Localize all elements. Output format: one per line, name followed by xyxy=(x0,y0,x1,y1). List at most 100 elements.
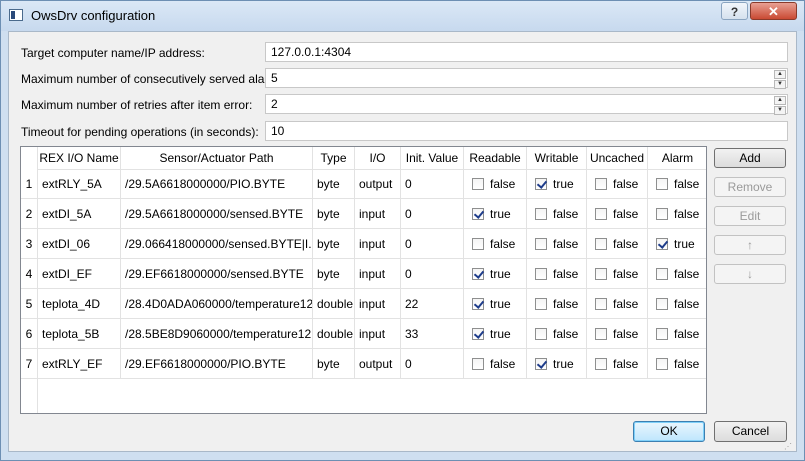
table-row[interactable]: 6 teplota_5B /28.5BE8D9060000/temperatur… xyxy=(21,319,706,349)
cell-alarm[interactable]: false xyxy=(648,259,706,289)
cell-readable[interactable]: true xyxy=(464,289,527,319)
readable-checkbox[interactable] xyxy=(472,298,484,310)
cell-init[interactable]: 0 xyxy=(401,229,464,259)
cell-uncached[interactable]: false xyxy=(587,259,648,289)
cell-alarm[interactable]: false xyxy=(648,199,706,229)
edit-button[interactable]: Edit xyxy=(714,206,786,226)
cell-io[interactable]: input xyxy=(355,199,401,229)
cell-readable[interactable]: true xyxy=(464,259,527,289)
cell-type[interactable]: double xyxy=(313,319,355,349)
timeout-field[interactable]: 10 xyxy=(265,121,788,141)
table-row[interactable]: 5 teplota_4D /28.4D0ADA060000/temperatur… xyxy=(21,289,706,319)
spin-down-icon[interactable]: ▼ xyxy=(774,106,786,115)
col-header-init[interactable]: Init. Value xyxy=(401,147,464,169)
readable-checkbox[interactable] xyxy=(472,358,484,370)
cell-path[interactable]: /29.066418000000/sensed.BYTE|I... xyxy=(121,229,313,259)
cell-readable[interactable]: false xyxy=(464,229,527,259)
uncached-checkbox[interactable] xyxy=(595,178,607,190)
cell-type[interactable]: double xyxy=(313,289,355,319)
cell-writable[interactable]: true xyxy=(527,349,587,379)
spin-down-icon[interactable]: ▼ xyxy=(774,80,786,89)
cell-type[interactable]: byte xyxy=(313,199,355,229)
alarm-checkbox[interactable] xyxy=(656,358,668,370)
cell-alarm[interactable]: true xyxy=(648,229,706,259)
max-retries-stepper[interactable]: 2 ▲ ▼ xyxy=(265,94,788,115)
uncached-checkbox[interactable] xyxy=(595,358,607,370)
title-bar[interactable]: OwsDrv configuration ? ✕ xyxy=(1,1,804,31)
cell-type[interactable]: byte xyxy=(313,349,355,379)
io-table[interactable]: REX I/O Name Sensor/Actuator Path Type I… xyxy=(20,146,707,414)
spin-up-icon[interactable]: ▲ xyxy=(774,96,786,105)
spin-up-icon[interactable]: ▲ xyxy=(774,70,786,79)
table-row[interactable]: 7 extRLY_EF /29.EF6618000000/PIO.BYTE by… xyxy=(21,349,706,379)
col-header-type[interactable]: Type xyxy=(313,147,355,169)
uncached-checkbox[interactable] xyxy=(595,238,607,250)
cell-readable[interactable]: true xyxy=(464,319,527,349)
cell-name[interactable]: extDI_EF xyxy=(38,259,121,289)
alarm-checkbox[interactable] xyxy=(656,268,668,280)
cell-name[interactable]: extDI_06 xyxy=(38,229,121,259)
cell-path[interactable]: /29.5A6618000000/sensed.BYTE xyxy=(121,199,313,229)
cell-name[interactable]: extDI_5A xyxy=(38,199,121,229)
table-row[interactable]: 4 extDI_EF /29.EF6618000000/sensed.BYTE … xyxy=(21,259,706,289)
ok-button[interactable]: OK xyxy=(633,421,705,442)
cell-alarm[interactable]: false xyxy=(648,349,706,379)
cell-writable[interactable]: false xyxy=(527,259,587,289)
cell-type[interactable]: byte xyxy=(313,259,355,289)
row-number[interactable]: 5 xyxy=(21,289,38,319)
help-button[interactable]: ? xyxy=(721,2,748,20)
alarm-checkbox[interactable] xyxy=(656,328,668,340)
cell-uncached[interactable]: false xyxy=(587,289,648,319)
cell-readable[interactable]: true xyxy=(464,199,527,229)
readable-checkbox[interactable] xyxy=(472,208,484,220)
cell-writable[interactable]: false xyxy=(527,319,587,349)
uncached-checkbox[interactable] xyxy=(595,208,607,220)
cell-readable[interactable]: false xyxy=(464,169,527,199)
cell-io[interactable]: output xyxy=(355,349,401,379)
uncached-checkbox[interactable] xyxy=(595,268,607,280)
cell-alarm[interactable]: false xyxy=(648,169,706,199)
cell-init[interactable]: 33 xyxy=(401,319,464,349)
cell-io[interactable]: input xyxy=(355,319,401,349)
row-number[interactable]: 4 xyxy=(21,259,38,289)
cell-io[interactable]: input xyxy=(355,259,401,289)
cell-init[interactable]: 0 xyxy=(401,169,464,199)
cell-path[interactable]: /29.EF6618000000/sensed.BYTE xyxy=(121,259,313,289)
writable-checkbox[interactable] xyxy=(535,178,547,190)
uncached-checkbox[interactable] xyxy=(595,298,607,310)
move-up-button[interactable]: ↑ xyxy=(714,235,786,255)
writable-checkbox[interactable] xyxy=(535,208,547,220)
readable-checkbox[interactable] xyxy=(472,238,484,250)
table-row[interactable]: 3 extDI_06 /29.066418000000/sensed.BYTE|… xyxy=(21,229,706,259)
cell-writable[interactable]: false xyxy=(527,229,587,259)
cell-path[interactable]: /29.EF6618000000/PIO.BYTE xyxy=(121,349,313,379)
uncached-checkbox[interactable] xyxy=(595,328,607,340)
cell-init[interactable]: 0 xyxy=(401,259,464,289)
cell-io[interactable]: output xyxy=(355,169,401,199)
cell-alarm[interactable]: false xyxy=(648,289,706,319)
cell-uncached[interactable]: false xyxy=(587,349,648,379)
cell-io[interactable]: input xyxy=(355,289,401,319)
col-header-writable[interactable]: Writable xyxy=(527,147,587,169)
cell-writable[interactable]: false xyxy=(527,289,587,319)
cell-path[interactable]: /28.5BE8D9060000/temperature12 xyxy=(121,319,313,349)
row-number[interactable]: 7 xyxy=(21,349,38,379)
move-down-button[interactable]: ↓ xyxy=(714,264,786,284)
row-number[interactable]: 2 xyxy=(21,199,38,229)
alarm-checkbox[interactable] xyxy=(656,238,668,250)
cell-init[interactable]: 0 xyxy=(401,199,464,229)
alarm-checkbox[interactable] xyxy=(656,298,668,310)
alarm-checkbox[interactable] xyxy=(656,208,668,220)
cell-init[interactable]: 0 xyxy=(401,349,464,379)
add-button[interactable]: Add xyxy=(714,148,786,168)
writable-checkbox[interactable] xyxy=(535,358,547,370)
cell-writable[interactable]: true xyxy=(527,169,587,199)
target-field[interactable]: 127.0.0.1:4304 xyxy=(265,42,788,62)
col-header-name[interactable]: REX I/O Name xyxy=(38,147,121,169)
remove-button[interactable]: Remove xyxy=(714,177,786,197)
cell-type[interactable]: byte xyxy=(313,229,355,259)
cell-io[interactable]: input xyxy=(355,229,401,259)
table-row[interactable]: 2 extDI_5A /29.5A6618000000/sensed.BYTE … xyxy=(21,199,706,229)
writable-checkbox[interactable] xyxy=(535,238,547,250)
cell-uncached[interactable]: false xyxy=(587,319,648,349)
